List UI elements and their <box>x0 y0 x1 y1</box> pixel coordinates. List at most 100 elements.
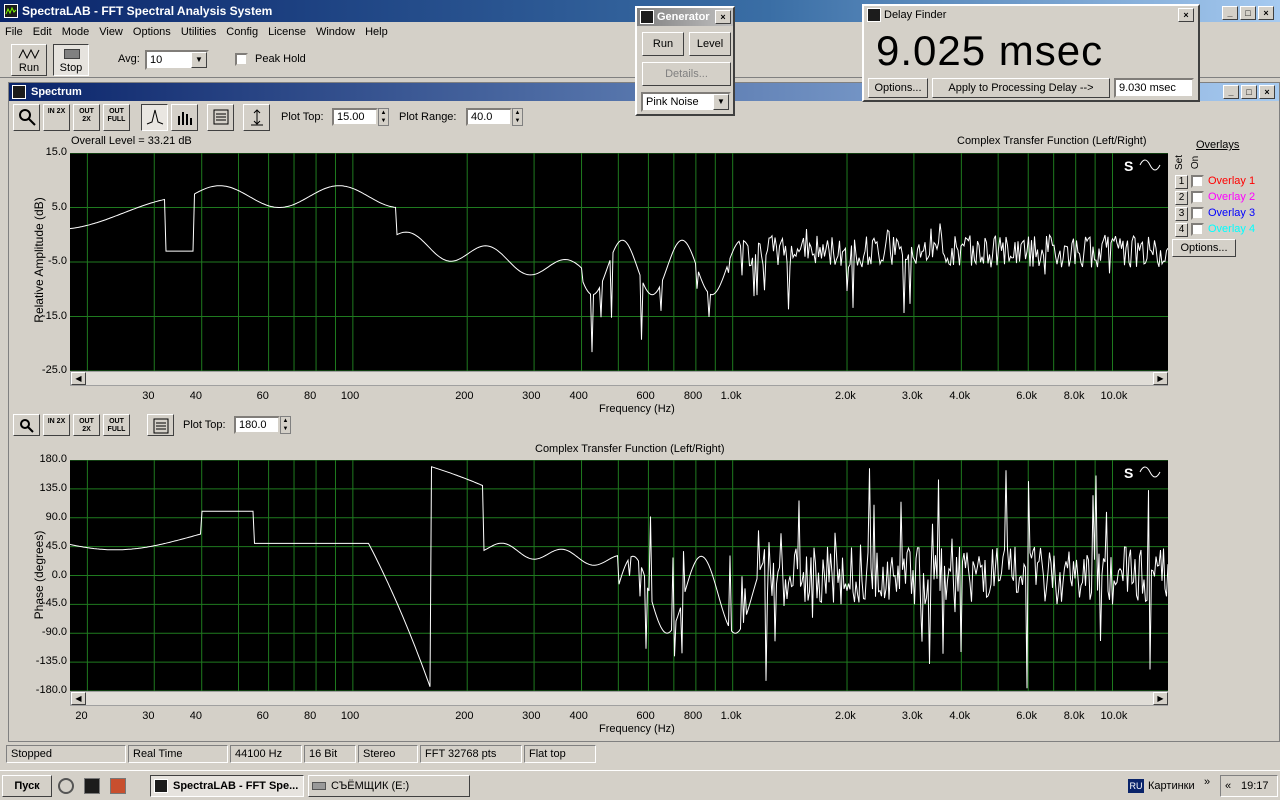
zoom-magnifier-button[interactable] <box>13 104 40 131</box>
bottom-horizontal-scrollbar[interactable]: ◀ ▶ <box>70 691 1168 706</box>
bottom-plot-top-input[interactable]: 180.0 <box>234 416 280 434</box>
trace-settings-icon[interactable]: S <box>1124 465 1133 481</box>
zoom-in-label: IN 2X <box>47 108 66 115</box>
generator-level-button[interactable]: Level <box>689 32 731 56</box>
menu-view[interactable]: View <box>94 26 128 38</box>
plot-top-input[interactable]: 15.00 <box>332 108 378 126</box>
phase-plot[interactable]: S <box>70 460 1168 691</box>
peak-hold-label: Peak Hold <box>255 53 306 65</box>
menu-edit[interactable]: Edit <box>28 26 57 38</box>
drive-icon <box>312 782 326 790</box>
taskbar: Пуск SpectraLAB - FFT Spe... СЪЁМЩИК (E:… <box>0 770 1280 800</box>
bottom-zoom-in-2x-button[interactable]: IN 2X <box>43 414 70 436</box>
main-close-button[interactable]: × <box>1258 6 1274 20</box>
zoom-out-2x-button[interactable]: OUT 2X <box>73 104 100 131</box>
bottom-zoom-out-full-button[interactable]: OUT FULL <box>103 414 130 436</box>
generator-signal-select[interactable]: Pink Noise ▼ <box>641 92 731 112</box>
generator-run-button[interactable]: Run <box>642 32 684 56</box>
amplitude-plot[interactable]: S <box>70 153 1168 371</box>
start-button[interactable]: Пуск <box>2 775 52 797</box>
sine-wave-icon[interactable] <box>1139 159 1161 171</box>
task-removable-drive[interactable]: СЪЁМЩИК (E:) <box>308 775 470 797</box>
plot-properties-button[interactable] <box>207 104 234 131</box>
bottom-zoom-out-2x-button[interactable]: OUT 2X <box>73 414 100 436</box>
menu-help[interactable]: Help <box>360 26 393 38</box>
plot-top-spinner[interactable]: ▲ ▼ <box>378 108 389 126</box>
scroll-left-icon[interactable]: ◀ <box>71 372 86 385</box>
trace-settings-icon[interactable]: S <box>1124 158 1133 174</box>
avg-select[interactable]: 10 ▼ <box>145 50 209 70</box>
stop-button[interactable]: Stop <box>53 44 89 76</box>
tray-folder-label[interactable]: Картинки <box>1148 780 1195 792</box>
task-spectralab[interactable]: SpectraLAB - FFT Spe... <box>150 775 304 797</box>
main-maximize-button[interactable]: □ <box>1240 6 1256 20</box>
menu-mode[interactable]: Mode <box>57 26 95 38</box>
menu-utilities[interactable]: Utilities <box>176 26 221 38</box>
bottom-y-axis-label: Phase (degrees) <box>32 530 46 620</box>
status-channels: Stereo <box>358 745 418 763</box>
spectrum-window-icon <box>12 85 26 99</box>
app-quicklaunch-icon[interactable] <box>84 778 100 794</box>
x-tick-label: 600 <box>636 390 655 402</box>
status-state: Stopped <box>6 745 126 763</box>
line-mode-button[interactable] <box>141 104 168 131</box>
start-label: Пуск <box>14 780 40 792</box>
overlay-set-button-4[interactable]: 4 <box>1175 223 1188 237</box>
peak-hold-checkbox[interactable] <box>235 53 248 66</box>
overlay-checkbox-4[interactable] <box>1191 223 1204 236</box>
minimize-button[interactable]: _ <box>1223 85 1239 99</box>
sine-wave-icon[interactable] <box>1139 466 1161 478</box>
bottom-zoom-magnifier-button[interactable] <box>13 414 40 436</box>
x-tick-label: 1.0k <box>720 390 742 402</box>
tray-expand-icon[interactable]: » <box>1204 776 1210 788</box>
generator-close-button[interactable]: × <box>715 10 731 24</box>
plot-range-input[interactable]: 40.0 <box>466 108 512 126</box>
x-tick-label: 8.0k <box>1063 710 1085 722</box>
overlays-title[interactable]: Overlays <box>1196 139 1239 151</box>
bottom-plot-top-spinner[interactable]: ▲ ▼ <box>280 416 291 434</box>
autoscale-button[interactable] <box>243 104 270 131</box>
generator-details-button[interactable]: Details... <box>642 62 731 86</box>
delay-options-button[interactable]: Options... <box>868 78 928 98</box>
x-tick-label: 2.0k <box>835 390 856 402</box>
delay-finder-close-button[interactable]: × <box>1178 8 1194 22</box>
menu-config[interactable]: Config <box>221 26 263 38</box>
run-button[interactable]: Run <box>11 44 47 76</box>
tray-chevron-icon[interactable]: « <box>1225 776 1231 796</box>
overlays-on-label: On <box>1190 155 1202 170</box>
overlay-checkbox-2[interactable] <box>1191 191 1204 204</box>
overlay-checkbox-1[interactable] <box>1191 175 1204 188</box>
media-quicklaunch-icon[interactable] <box>110 778 126 794</box>
menu-options[interactable]: Options <box>128 26 176 38</box>
scroll-right-icon[interactable]: ▶ <box>1153 692 1168 705</box>
scroll-right-icon[interactable]: ▶ <box>1153 372 1168 385</box>
close-button[interactable]: × <box>1259 85 1275 99</box>
overlay-checkbox-3[interactable] <box>1191 207 1204 220</box>
maximize-button[interactable]: □ <box>1241 85 1257 99</box>
menu-window[interactable]: Window <box>311 26 360 38</box>
system-tray: « 19:17 <box>1220 775 1278 797</box>
overlay-set-button-3[interactable]: 3 <box>1175 207 1188 221</box>
x-tick-label: 20 <box>75 710 88 722</box>
main-minimize-button[interactable]: _ <box>1222 6 1238 20</box>
zoom-out-full-button[interactable]: OUT FULL <box>103 104 130 131</box>
apply-delay-button[interactable]: Apply to Processing Delay --> <box>932 78 1110 98</box>
language-indicator[interactable]: RU <box>1128 779 1144 793</box>
top-y-axis-label: Relative Amplitude (dB) <box>32 197 46 323</box>
overlays-options-button[interactable]: Options... <box>1172 239 1236 257</box>
chevron-down-icon[interactable]: ▼ <box>713 94 729 110</box>
overlay-set-button-2[interactable]: 2 <box>1175 191 1188 205</box>
menu-file[interactable]: File <box>0 26 28 38</box>
overlay-set-button-1[interactable]: 1 <box>1175 175 1188 189</box>
chevron-down-icon[interactable]: ▼ <box>191 52 207 68</box>
menu-license[interactable]: License <box>263 26 311 38</box>
zoom-in-2x-button[interactable]: IN 2X <box>43 104 70 131</box>
scroll-left-icon[interactable]: ◀ <box>71 692 86 705</box>
bar-mode-button[interactable] <box>171 104 198 131</box>
bottom-plot-properties-button[interactable] <box>147 414 174 436</box>
delay-value-field[interactable]: 9.030 msec <box>1114 78 1194 98</box>
browser-quicklaunch-icon[interactable] <box>58 778 74 794</box>
x-tick-label: 800 <box>683 390 703 402</box>
top-horizontal-scrollbar[interactable]: ◀ ▶ <box>70 371 1168 386</box>
plot-range-spinner[interactable]: ▲ ▼ <box>512 108 523 126</box>
